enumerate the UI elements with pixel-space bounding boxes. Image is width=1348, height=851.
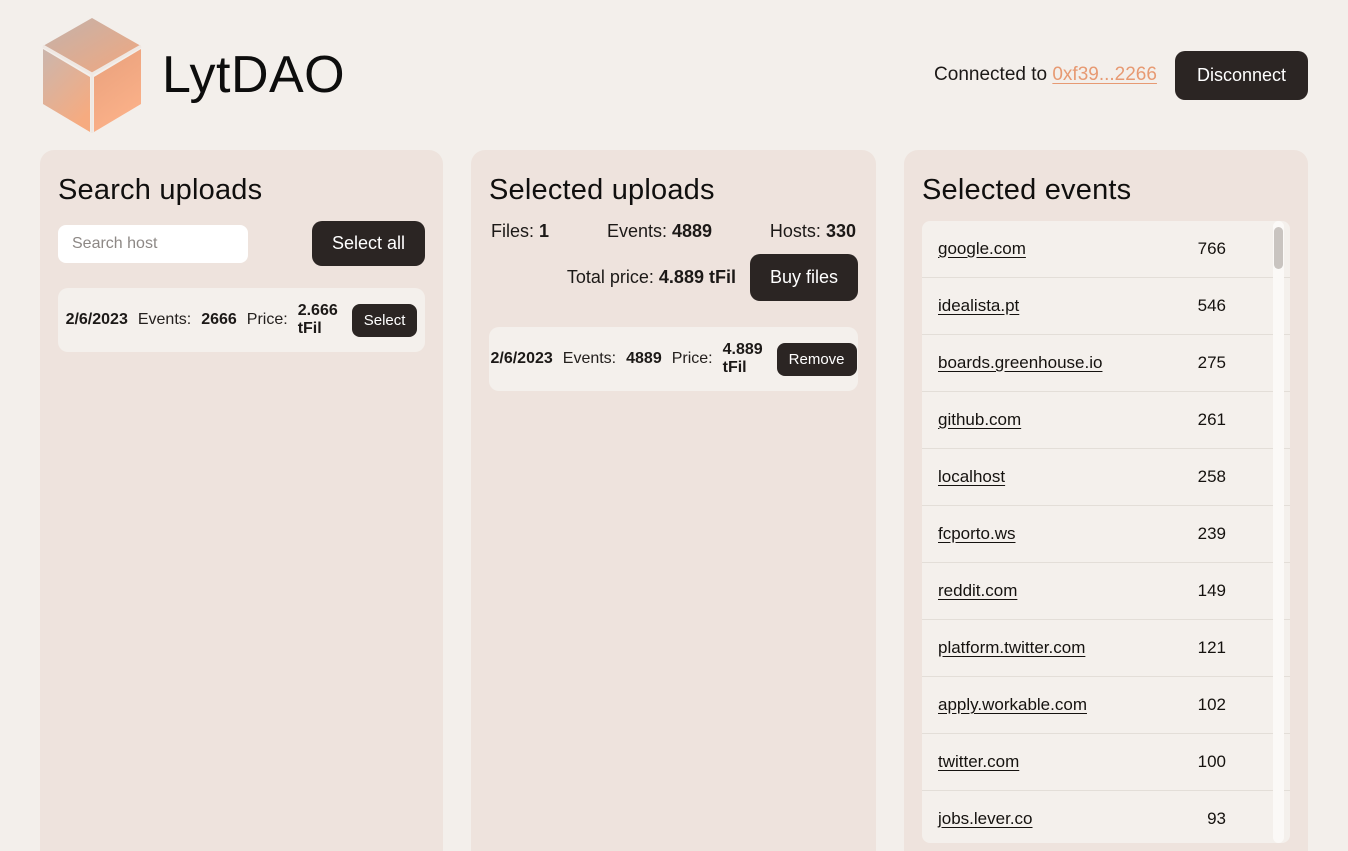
events-scrollbar[interactable] (1273, 221, 1284, 843)
selected-upload-events-value: 4889 (626, 350, 662, 367)
upload-events-value: 2666 (201, 311, 237, 328)
total-price-label: Total price: (566, 267, 654, 287)
event-host-link[interactable]: fcporto.ws (938, 524, 1015, 544)
event-host-link[interactable]: twitter.com (938, 752, 1019, 772)
event-host-link[interactable]: boards.greenhouse.io (938, 353, 1102, 373)
selected-events-title: Selected events (922, 174, 1132, 206)
event-count: 261 (1197, 410, 1226, 429)
files-value: 1 (539, 221, 550, 241)
event-row[interactable]: idealista.pt 546 (922, 278, 1290, 335)
app-header: LytDAO Connected to 0xf39...2266 Disconn… (0, 0, 1348, 150)
event-row[interactable]: platform.twitter.com 121 (922, 620, 1290, 677)
search-input[interactable] (58, 224, 248, 263)
event-host-link[interactable]: platform.twitter.com (938, 638, 1085, 658)
hosts-label: Hosts: (769, 221, 821, 241)
selected-upload-date: 2/6/2023 (490, 350, 553, 367)
event-host-link[interactable]: reddit.com (938, 581, 1017, 601)
selected-upload-price-label: Price: (671, 350, 713, 367)
remove-upload-button[interactable]: Remove (776, 342, 857, 376)
event-row[interactable]: google.com 766 (922, 221, 1290, 278)
event-count: 546 (1197, 296, 1226, 315)
event-host-link[interactable]: google.com (938, 239, 1026, 259)
selected-upload-price-value: 4.889 tFil (722, 341, 763, 376)
search-uploads-title: Search uploads (58, 174, 263, 206)
event-row[interactable]: twitter.com 100 (922, 734, 1290, 791)
brand: LytDAO (40, 16, 345, 134)
disconnect-button[interactable]: Disconnect (1174, 50, 1308, 100)
events-list: google.com 766 idealista.pt 546 boards.green… (922, 221, 1290, 843)
buy-files-button[interactable]: Buy files (749, 254, 858, 301)
event-row[interactable]: boards.greenhouse.io 275 (922, 335, 1290, 392)
search-row: Select all (58, 221, 425, 266)
total-price: Total price: 4.889 tFil (567, 267, 736, 288)
panel-columns: Search uploads Select all 2/6/2023 Event… (0, 150, 1348, 851)
event-count: 100 (1197, 752, 1226, 771)
hosts-stat: Hosts: 330 (770, 221, 856, 242)
event-row[interactable]: github.com 261 (922, 392, 1290, 449)
selected-stats: Files: 1 Events: 4889 Hosts: 330 (489, 221, 858, 242)
connection-status: Connected to 0xf39...2266 (934, 64, 1157, 86)
total-price-row: Total price: 4.889 tFil Buy files (489, 254, 858, 301)
event-host-link[interactable]: localhost (938, 467, 1005, 487)
cube-icon (42, 18, 142, 133)
events-label: Events: (606, 221, 667, 241)
event-row[interactable]: fcporto.ws 239 (922, 506, 1290, 563)
event-count: 766 (1197, 239, 1226, 258)
search-uploads-panel: Search uploads Select all 2/6/2023 Event… (40, 150, 443, 851)
brand-name: LytDAO (162, 46, 346, 104)
event-host-link[interactable]: github.com (938, 410, 1021, 430)
hosts-value: 330 (825, 221, 856, 241)
wallet-address-link[interactable]: 0xf39...2266 (1052, 64, 1157, 85)
event-count: 121 (1197, 638, 1226, 657)
event-count: 93 (1207, 809, 1226, 828)
selected-upload-events-label: Events: (562, 350, 617, 367)
files-label: Files: (491, 221, 535, 241)
select-all-button[interactable]: Select all (311, 221, 425, 266)
event-host-link[interactable]: idealista.pt (938, 296, 1019, 316)
selected-events-panel: Selected events google.com 766 idealista.p… (904, 150, 1308, 851)
event-row[interactable]: jobs.lever.co 93 (922, 791, 1290, 843)
total-price-value: 4.889 tFil (658, 267, 736, 287)
upload-date: 2/6/2023 (65, 311, 128, 328)
wallet-status: Connected to 0xf39...2266 Disconnect (934, 50, 1308, 100)
event-count: 239 (1197, 524, 1226, 543)
upload-card: 2/6/2023 Events: 2666 Price: 2.666 tFil … (58, 288, 425, 352)
event-count: 258 (1197, 467, 1226, 486)
event-row[interactable]: localhost 258 (922, 449, 1290, 506)
events-value: 4889 (671, 221, 713, 241)
event-row[interactable]: apply.workable.com 102 (922, 677, 1290, 734)
upload-price-label: Price: (246, 311, 288, 328)
events-stat: Events: 4889 (607, 221, 712, 242)
event-host-link[interactable]: jobs.lever.co (938, 809, 1033, 829)
selected-uploads-panel: Selected uploads Files: 1 Events: 4889 H… (471, 150, 876, 851)
events-scrollbar-thumb[interactable] (1274, 227, 1283, 269)
upload-price-value: 2.666 tFil (297, 302, 338, 337)
event-count: 275 (1197, 353, 1226, 372)
files-stat: Files: 1 (491, 221, 549, 242)
event-count: 149 (1197, 581, 1226, 600)
selected-uploads-title: Selected uploads (489, 174, 715, 206)
event-row[interactable]: reddit.com 149 (922, 563, 1290, 620)
selected-upload-card: 2/6/2023 Events: 4889 Price: 4.889 tFil … (489, 327, 858, 391)
event-host-link[interactable]: apply.workable.com (938, 695, 1087, 715)
event-count: 102 (1197, 695, 1226, 714)
upload-events-label: Events: (137, 311, 192, 328)
connected-label: Connected to (934, 64, 1048, 85)
select-upload-button[interactable]: Select (351, 303, 418, 337)
events-list-wrapper: google.com 766 idealista.pt 546 boards.green… (922, 221, 1290, 843)
